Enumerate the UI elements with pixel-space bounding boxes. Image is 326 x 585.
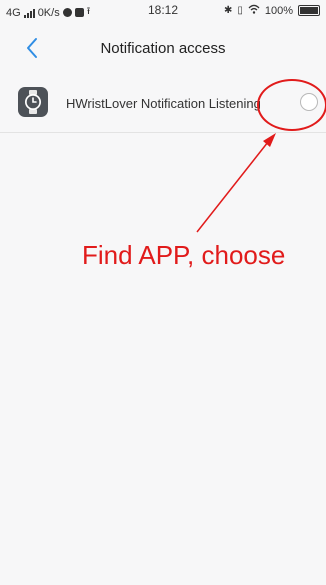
annotation-text: Find APP, choose bbox=[82, 240, 286, 270]
annotation-arrow bbox=[196, 133, 276, 233]
